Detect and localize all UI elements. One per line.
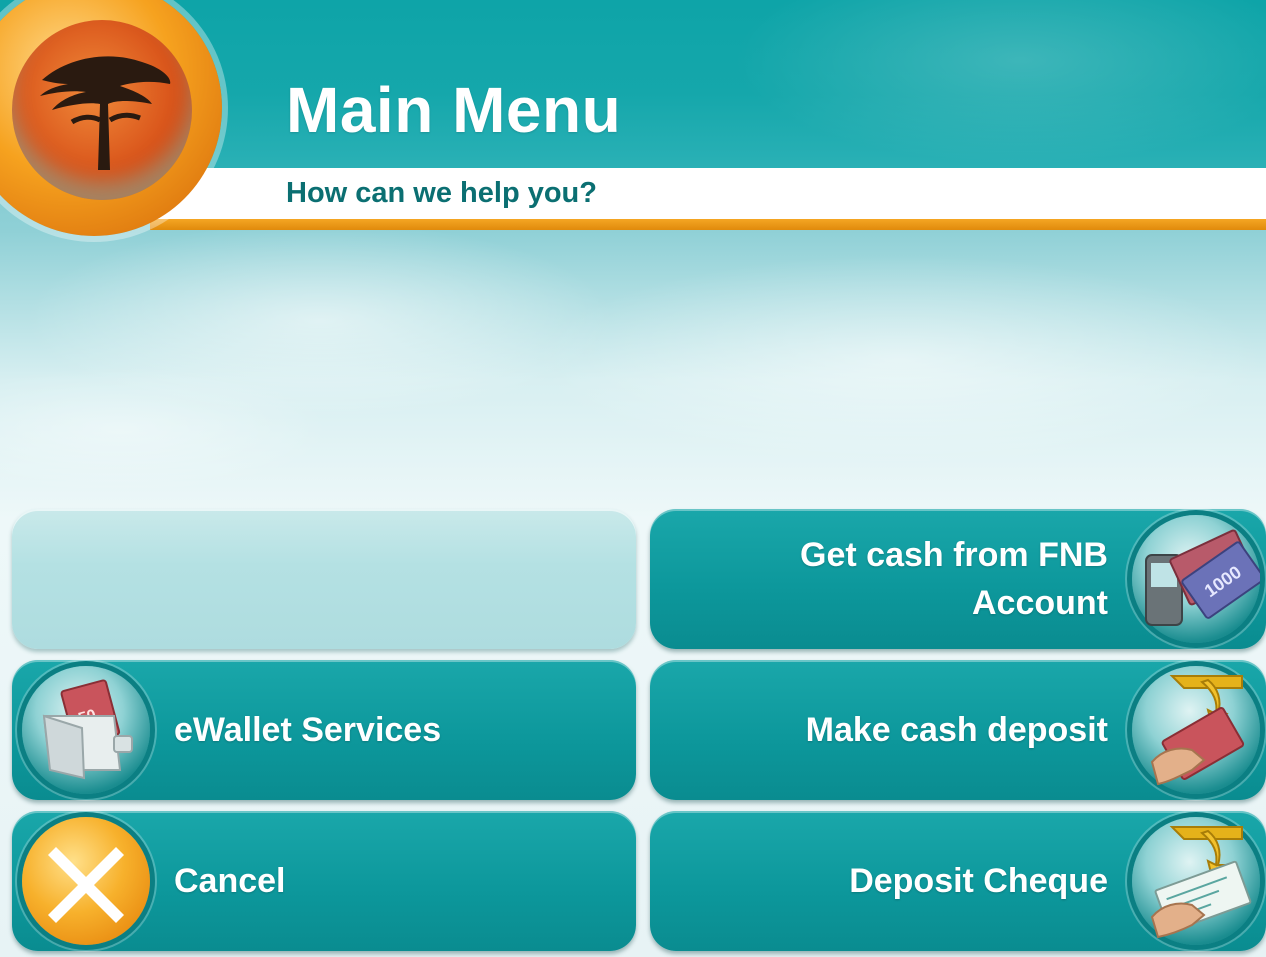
header-divider [150,219,1266,230]
get-cash-button[interactable]: Get cash from FNB Account 1000 [650,509,1266,649]
ewallet-services-label: eWallet Services [174,711,442,749]
get-cash-label-line2: Account [972,584,1108,622]
make-cash-deposit-label: Make cash deposit [805,711,1108,749]
cancel-button[interactable]: Cancel [12,811,636,951]
atm-screen: Main Menu How can we help you? Get cash … [0,0,1266,957]
get-cash-label: Get cash from FNB Account [800,531,1108,627]
cancel-label: Cancel [174,862,286,900]
page-title: Main Menu [286,74,622,146]
make-cash-deposit-button[interactable]: Make cash deposit [650,660,1266,800]
background-sky [0,230,1266,530]
cash-phone-icon: 1000 [1132,515,1260,643]
cancel-x-icon [22,817,150,945]
get-cash-label-line1: Get cash from FNB [800,536,1108,574]
cheque-deposit-icon [1132,817,1260,945]
deposit-cheque-button[interactable]: Deposit Cheque [650,811,1266,951]
page-subtitle: How can we help you? [286,177,597,209]
ewallet-services-button[interactable]: 50 eWallet Services [12,660,636,800]
wallet-icon: 50 [22,666,150,794]
deposit-cheque-label: Deposit Cheque [849,862,1108,900]
empty-button-slot [12,509,636,649]
cash-deposit-icon [1132,666,1260,794]
tree-silhouette-icon [40,56,171,170]
